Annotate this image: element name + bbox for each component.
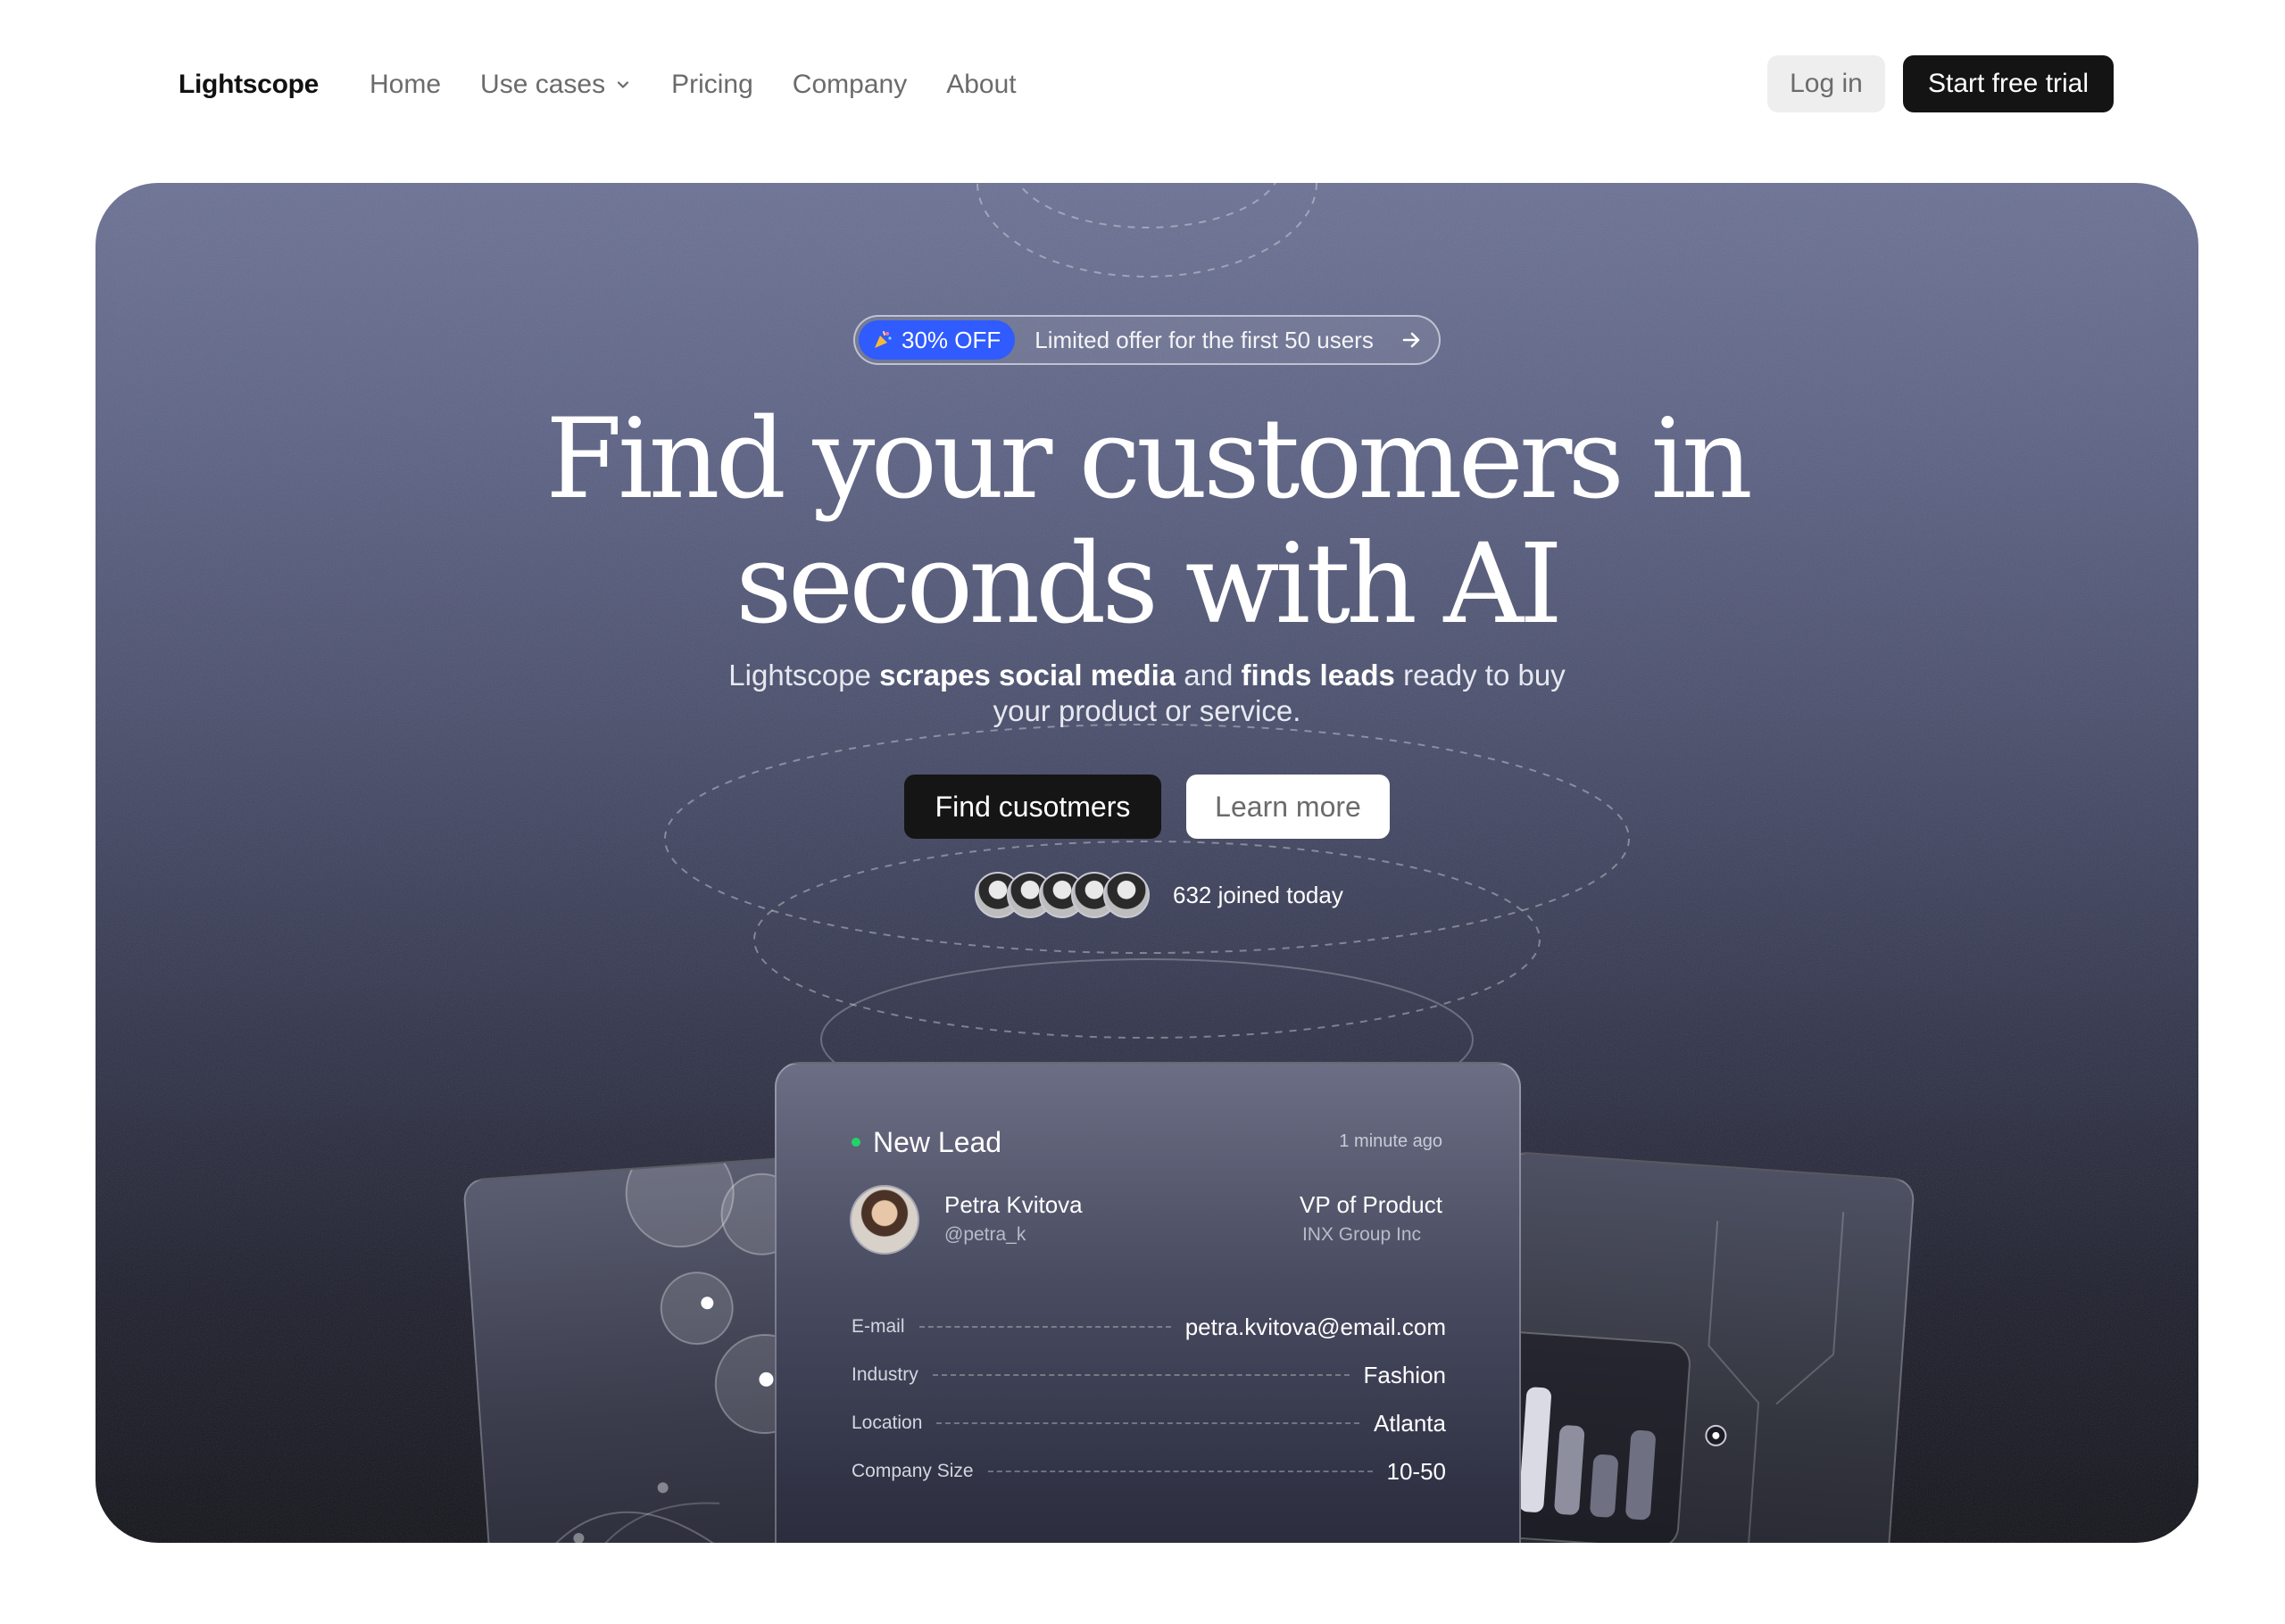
nav-about-label: About — [946, 70, 1017, 99]
detail-label: E-mail — [852, 1316, 905, 1337]
detail-label: Location — [852, 1413, 923, 1433]
sub-text-1: Lightscope — [728, 659, 880, 692]
sub-bold-1: scrapes social media — [879, 659, 1176, 692]
nav-company-label: Company — [792, 70, 908, 99]
nav-home[interactable]: Home — [370, 70, 441, 100]
detail-row-industry: Industry Fashion — [852, 1351, 1446, 1399]
hero-subtitle: Lightscope scrapes social media and find… — [96, 658, 2198, 729]
hero-headline: Find your customers in seconds with AI — [96, 397, 2198, 647]
avatar — [1103, 872, 1150, 918]
arrow-right-icon — [1402, 332, 1420, 348]
promo-badge-label: 30% OFF — [902, 326, 1001, 353]
social-proof: 632 joined today — [975, 870, 1343, 920]
learn-more-button[interactable]: Learn more — [1186, 775, 1390, 839]
sub-text-2: and — [1176, 659, 1242, 692]
lead-handle: @petra_k — [944, 1224, 1026, 1245]
sub-bold-2: finds leads — [1241, 659, 1395, 692]
sub-text-3: ready to buy — [1394, 659, 1566, 692]
lead-name: Petra Kvitova — [944, 1191, 1083, 1218]
detail-row-company-size: Company Size 10-50 — [852, 1447, 1446, 1496]
lead-timestamp: 1 minute ago — [1339, 1131, 1442, 1151]
nav-use-cases[interactable]: Use cases — [480, 70, 632, 100]
detail-label: Company Size — [852, 1461, 974, 1481]
avatar — [850, 1185, 919, 1255]
nav-pricing[interactable]: Pricing — [671, 70, 753, 100]
dotted-leader — [987, 1471, 1373, 1472]
detail-row-location: Location Atlanta — [852, 1399, 1446, 1447]
headline-line-1: Find your customers in — [545, 395, 1753, 524]
sub-text-4: your product or service. — [993, 694, 1301, 727]
lead-details: E-mail petra.kvitova@email.com Industry … — [852, 1303, 1446, 1496]
start-trial-button[interactable]: Start free trial — [1903, 55, 2114, 112]
avatar-stack — [975, 872, 1150, 918]
nav-use-cases-label: Use cases — [480, 70, 606, 99]
dotted-leader — [932, 1374, 1350, 1376]
right-decor-panel — [1471, 1150, 1915, 1543]
nav-company[interactable]: Company — [793, 70, 907, 100]
detail-row-email: E-mail petra.kvitova@email.com — [852, 1303, 1446, 1351]
dotted-leader — [936, 1422, 1360, 1424]
lead-company: INX Group Inc — [1301, 1224, 1421, 1245]
top-nav: Lightscope Home Use cases Pricing Compan… — [0, 0, 2285, 170]
lead-card: New Lead 1 minute ago Petra Kvitova @pet… — [775, 1062, 1521, 1543]
nav-home-label: Home — [370, 70, 442, 99]
detail-value: Fashion — [1363, 1361, 1447, 1388]
party-popper-icon — [875, 331, 892, 348]
hero-section: 30% OFF Limited offer for the first 50 u… — [96, 183, 2198, 1543]
lead-role: VP of Product — [1300, 1191, 1442, 1218]
find-customers-button[interactable]: Find cusotmers — [904, 775, 1161, 839]
login-button[interactable]: Log in — [1767, 55, 1885, 112]
dotted-leader — [918, 1326, 1171, 1328]
nav-about[interactable]: About — [946, 70, 1016, 100]
promo-text: Limited offer for the first 50 users — [1034, 326, 1374, 353]
detail-value: petra.kvitova@email.com — [1184, 1313, 1446, 1340]
online-status-dot — [852, 1138, 860, 1147]
detail-value: Atlanta — [1374, 1409, 1446, 1437]
chevron-down-icon — [617, 81, 629, 88]
detail-label: Industry — [852, 1364, 918, 1385]
headline-line-2: seconds with AI — [735, 520, 1563, 649]
nav-pricing-label: Pricing — [671, 70, 753, 99]
promo-banner[interactable]: 30% OFF Limited offer for the first 50 u… — [853, 315, 1441, 365]
logo[interactable]: Lightscope — [179, 70, 319, 100]
joined-count: 632 joined today — [1173, 881, 1343, 908]
bar-chart-illustration — [1481, 1212, 1845, 1543]
lead-card-title: New Lead — [873, 1126, 1002, 1158]
promo-badge: 30% OFF — [859, 320, 1016, 360]
nav-links: Home Use cases Pricing Company About — [370, 70, 1017, 100]
detail-value: 10-50 — [1386, 1457, 1447, 1485]
